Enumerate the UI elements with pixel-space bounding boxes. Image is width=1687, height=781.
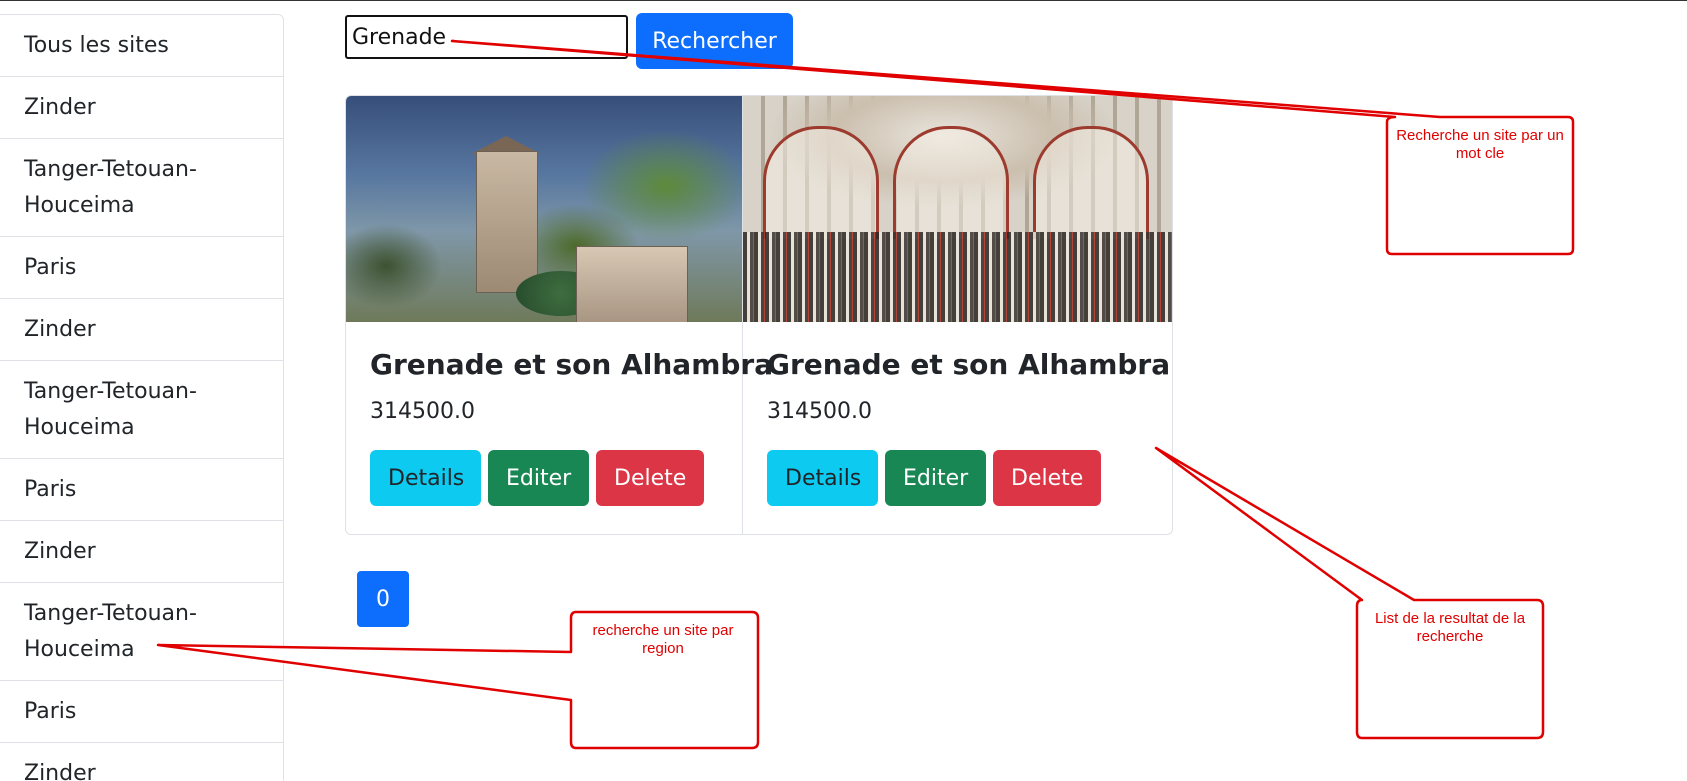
- card-title: Grenade et son Alhambra: [370, 348, 774, 381]
- results-card-group: Grenade et son Alhambra 314500.0 Details…: [345, 95, 1173, 535]
- card-image: [743, 96, 1172, 322]
- sidebar-item-label: Tanger-Tetouan-Houceima: [24, 600, 197, 662]
- image-tower: [476, 151, 538, 293]
- sidebar-item-region[interactable]: Zinder: [0, 299, 283, 361]
- card-actions: Details Editer Delete: [767, 450, 1148, 506]
- region-sidebar: Tous les sites Zinder Tanger-Tetouan-Hou…: [0, 14, 284, 781]
- card-body: Grenade et son Alhambra 314500.0 Details…: [743, 322, 1172, 528]
- callout-search-text: Recherche un site par un mot cle: [1396, 127, 1564, 162]
- delete-button[interactable]: Delete: [993, 450, 1101, 506]
- image-arch: [763, 126, 879, 239]
- sidebar-item-region[interactable]: Tanger-Tetouan-Houceima: [0, 583, 283, 681]
- details-button[interactable]: Details: [370, 450, 481, 506]
- sidebar-item-label: Zinder: [24, 538, 96, 564]
- pagination-page-button[interactable]: 0: [357, 571, 409, 627]
- sidebar-item-region[interactable]: Paris: [0, 459, 283, 521]
- sidebar-item-label: Tanger-Tetouan-Houceima: [24, 156, 197, 218]
- app-window: Tous les sites Zinder Tanger-Tetouan-Hou…: [0, 0, 1687, 781]
- sidebar-item-label: Zinder: [24, 316, 96, 342]
- callout-results-bubble: [1154, 446, 1545, 740]
- card-price: 314500.0: [767, 399, 872, 424]
- top-divider: [0, 0, 1687, 1]
- callout-results-text: List de la resultat de la recherche: [1374, 610, 1526, 645]
- details-button[interactable]: Details: [767, 450, 878, 506]
- callout-region-text: recherche un site par region: [592, 622, 734, 657]
- card-actions: Details Editer Delete: [370, 450, 718, 506]
- search-input[interactable]: [345, 15, 628, 59]
- image-crowd: [743, 232, 1172, 322]
- result-card: Grenade et son Alhambra 314500.0 Details…: [743, 96, 1172, 534]
- card-title: Grenade et son Alhambra: [767, 348, 1171, 381]
- sidebar-item-label: Tous les sites: [24, 32, 169, 58]
- sidebar-item-region[interactable]: Zinder: [0, 743, 283, 781]
- search-button[interactable]: Rechercher: [636, 13, 793, 69]
- sidebar-item-region[interactable]: Paris: [0, 681, 283, 743]
- delete-button[interactable]: Delete: [596, 450, 704, 506]
- sidebar-item-region[interactable]: Paris: [0, 237, 283, 299]
- card-body: Grenade et son Alhambra 314500.0 Details…: [346, 322, 774, 528]
- edit-button[interactable]: Editer: [885, 450, 986, 506]
- card-price: 314500.0: [370, 399, 475, 424]
- card-image: [346, 96, 742, 322]
- image-arch: [1033, 126, 1149, 239]
- sidebar-item-label: Zinder: [24, 760, 96, 781]
- sidebar-item-label: Paris: [24, 254, 77, 280]
- sidebar-item-region[interactable]: Zinder: [0, 521, 283, 583]
- sidebar-item-label: Zinder: [24, 94, 96, 120]
- sidebar-item-label: Paris: [24, 476, 77, 502]
- sidebar-item-region[interactable]: Tanger-Tetouan-Houceima: [0, 139, 283, 237]
- image-house: [576, 246, 688, 322]
- sidebar-item-all-sites[interactable]: Tous les sites: [0, 15, 283, 77]
- image-arch: [893, 126, 1009, 239]
- sidebar-item-label: Paris: [24, 698, 77, 724]
- edit-button[interactable]: Editer: [488, 450, 589, 506]
- sidebar-item-region[interactable]: Zinder: [0, 77, 283, 139]
- sidebar-item-region[interactable]: Tanger-Tetouan-Houceima: [0, 361, 283, 459]
- sidebar-item-label: Tanger-Tetouan-Houceima: [24, 378, 197, 440]
- result-card: Grenade et son Alhambra 314500.0 Details…: [346, 96, 774, 534]
